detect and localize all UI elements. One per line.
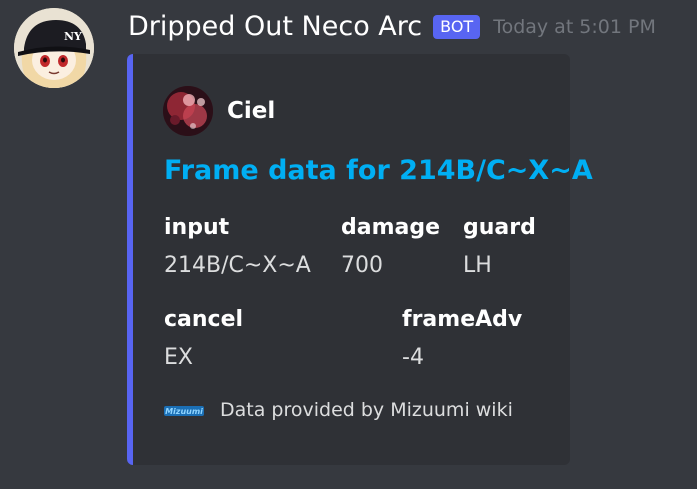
embed-title[interactable]: Frame data for 214B/C~X~A bbox=[164, 155, 593, 186]
field-name: guard bbox=[463, 215, 536, 240]
embed-author-name[interactable]: Ciel bbox=[227, 98, 275, 124]
timestamp[interactable]: Today at 5:01 PM bbox=[493, 16, 656, 38]
embed-footer: Mizuumi Data provided by Mizuumi wiki bbox=[164, 399, 513, 421]
svg-text:NY: NY bbox=[64, 30, 82, 43]
field-name: frameAdv bbox=[402, 307, 523, 332]
field-value: 214B/C~X~A bbox=[164, 253, 311, 278]
message-header: Dripped Out Neco Arc BOT Today at 5:01 P… bbox=[128, 11, 656, 42]
bot-badge: BOT bbox=[433, 14, 481, 39]
ciel-author-icon bbox=[163, 86, 213, 136]
field-value: 700 bbox=[341, 253, 383, 278]
field-name: damage bbox=[341, 215, 441, 240]
neco-arc-avatar-icon: NY bbox=[14, 8, 94, 88]
avatar[interactable]: NY bbox=[14, 8, 94, 88]
field-name: cancel bbox=[164, 307, 244, 332]
footer-icon-text: Mizuumi bbox=[165, 407, 203, 416]
embed-footer-text: Data provided by Mizuumi wiki bbox=[220, 399, 513, 421]
username[interactable]: Dripped Out Neco Arc bbox=[128, 11, 422, 42]
embed-card: Ciel Frame data for 214B/C~X~A input 214… bbox=[127, 54, 593, 465]
field-cancel: cancel EX bbox=[164, 305, 243, 373]
field-frameadv: frameAdv -4 bbox=[402, 305, 522, 373]
mizuumi-logo-icon: Mizuumi bbox=[164, 403, 204, 417]
field-value: LH bbox=[463, 253, 492, 278]
field-damage: damage 700 bbox=[341, 213, 440, 281]
embed-author: Ciel bbox=[163, 86, 275, 136]
field-value: EX bbox=[164, 345, 193, 370]
field-name: input bbox=[164, 215, 230, 240]
field-value: -4 bbox=[402, 345, 424, 370]
field-guard: guard LH bbox=[463, 213, 536, 281]
field-input: input 214B/C~X~A bbox=[164, 213, 311, 281]
